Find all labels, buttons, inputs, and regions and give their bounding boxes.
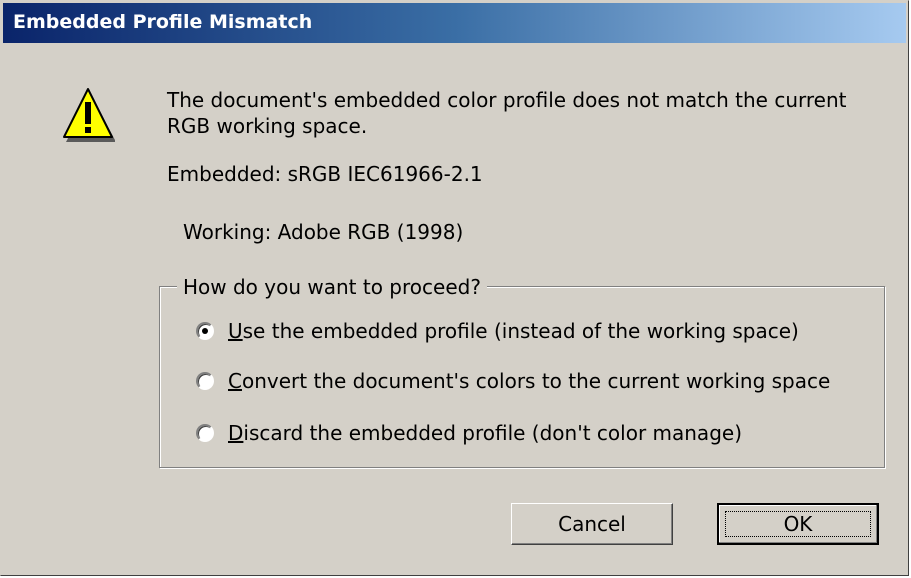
cancel-button[interactable]: Cancel	[511, 503, 673, 545]
discard-profile-option[interactable]: Discard the embedded profile (don't colo…	[196, 419, 742, 447]
focus-rectangle	[725, 511, 871, 537]
discard-profile-label: Discard the embedded profile (don't colo…	[228, 421, 742, 445]
dialog-window: Embedded Profile Mismatch The document's…	[0, 0, 909, 576]
embedded-profile-text: Embedded: sRGB IEC61966-2.1	[167, 162, 483, 186]
title-bar[interactable]: Embedded Profile Mismatch	[3, 3, 906, 43]
convert-colors-option[interactable]: Convert the document's colors to the cur…	[196, 367, 830, 395]
warning-triangle-icon	[63, 88, 115, 142]
mismatch-message: The document's embedded color profile do…	[167, 88, 847, 138]
discard-profile-radio[interactable]	[196, 424, 214, 442]
use-embedded-option[interactable]: Use the embedded profile (instead of the…	[196, 317, 799, 345]
use-embedded-label: Use the embedded profile (instead of the…	[228, 319, 799, 343]
use-embedded-radio[interactable]	[196, 322, 214, 340]
ok-button[interactable]: OK	[717, 503, 879, 545]
proceed-groupbox-legend: How do you want to proceed?	[177, 274, 487, 300]
dialog-title: Embedded Profile Mismatch	[13, 11, 313, 33]
convert-colors-label: Convert the document's colors to the cur…	[228, 369, 831, 393]
working-profile-text: Working: Adobe RGB (1998)	[183, 220, 464, 244]
convert-colors-radio[interactable]	[196, 372, 214, 390]
